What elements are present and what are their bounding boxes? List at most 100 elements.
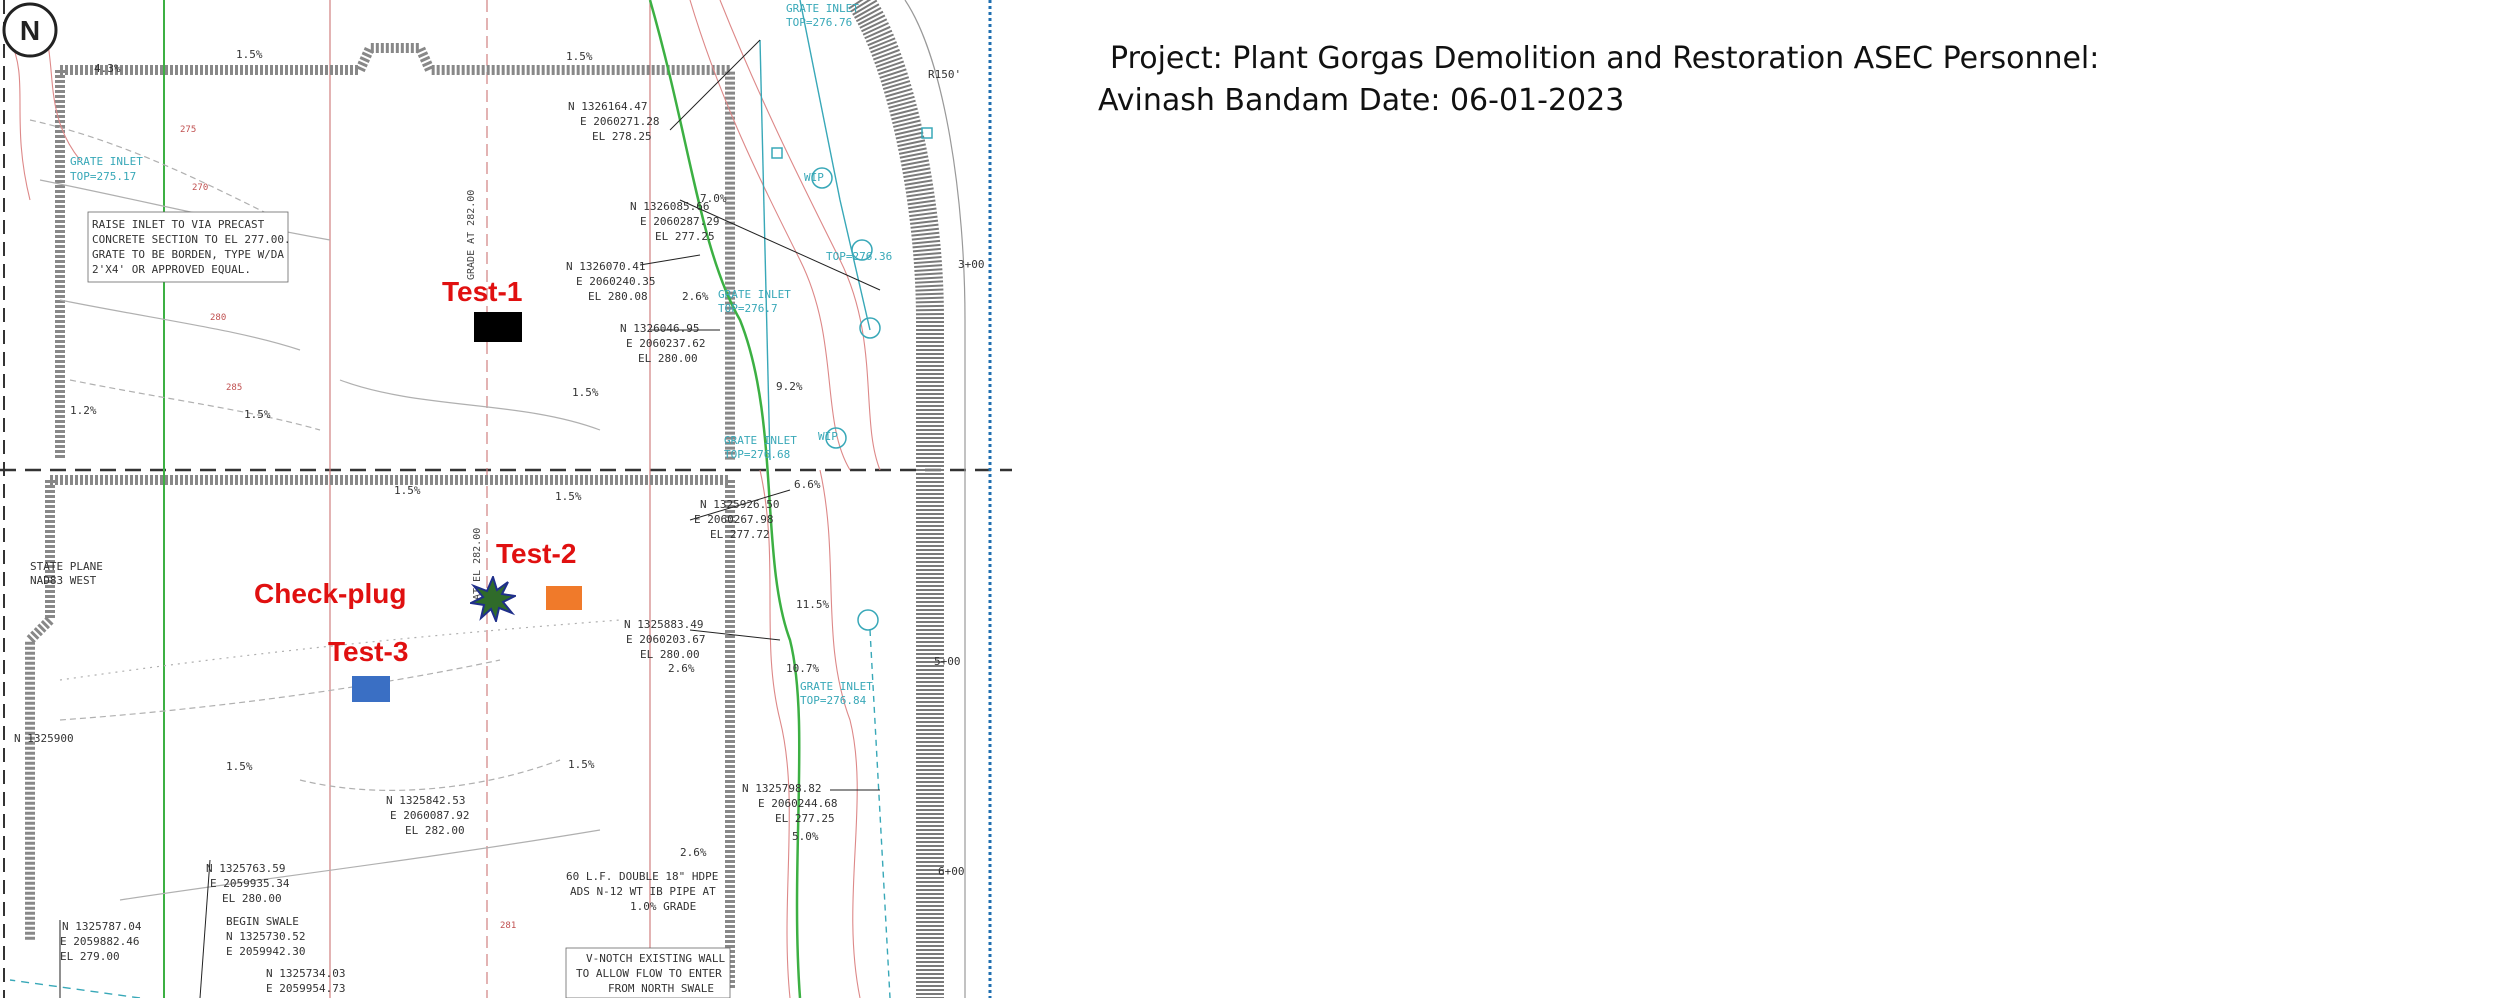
svg-text:3+00: 3+00 bbox=[958, 258, 985, 271]
svg-text:2.6%: 2.6% bbox=[682, 290, 709, 303]
check-plug-label: Check-plug bbox=[254, 578, 407, 609]
state-plane-caption-2: NAD83 WEST bbox=[30, 574, 97, 587]
svg-text:11.5%: 11.5% bbox=[796, 598, 829, 611]
svg-text:6.6%: 6.6% bbox=[794, 478, 821, 491]
vnotch-note-1: V-NOTCH EXISTING WALL bbox=[586, 952, 725, 965]
point-1-east: E 2060271.28 bbox=[580, 115, 659, 128]
point-9-north: N 1325763.59 bbox=[206, 862, 285, 875]
point-7-east: E 2060087.92 bbox=[390, 809, 469, 822]
svg-text:280: 280 bbox=[210, 313, 226, 323]
point-2-east: E 2060287.29 bbox=[640, 215, 719, 228]
point-8-east: E 2060244.68 bbox=[758, 797, 837, 810]
point-8-elev: EL 277.25 bbox=[775, 812, 835, 825]
svg-text:GRATE INLET: GRATE INLET bbox=[724, 434, 797, 447]
point-2-elev: EL 277.25 bbox=[655, 230, 715, 243]
svg-text:275: 275 bbox=[180, 125, 196, 135]
svg-text:7.0%: 7.0% bbox=[700, 192, 727, 205]
raise-inlet-note-1: RAISE INLET TO VIA PRECAST bbox=[92, 218, 265, 231]
point-10-north: N 1325787.04 bbox=[62, 920, 142, 933]
road-stations: R150' 3+00 5+00 6+00 bbox=[928, 68, 985, 878]
point-11-north: N 1325730.52 bbox=[226, 930, 305, 943]
svg-text:TOP=276.84: TOP=276.84 bbox=[800, 694, 867, 707]
svg-text:1.5%: 1.5% bbox=[244, 408, 271, 421]
point-7-elev: EL 282.00 bbox=[405, 824, 465, 837]
raise-inlet-note-3: GRATE TO BE BORDEN, TYPE W/DA bbox=[92, 248, 284, 261]
svg-text:TOP=276.68: TOP=276.68 bbox=[724, 448, 790, 461]
test-3-label: Test-3 bbox=[328, 636, 409, 667]
svg-text:10.7%: 10.7% bbox=[786, 662, 819, 675]
point-11-east: E 2059942.30 bbox=[226, 945, 305, 958]
svg-text:285: 285 bbox=[226, 383, 242, 393]
point-4-elev: EL 280.00 bbox=[638, 352, 698, 365]
point-9-elev: EL 280.00 bbox=[222, 892, 282, 905]
svg-text:GRATE INLET: GRATE INLET bbox=[718, 288, 791, 301]
point-8-north: N 1325798.82 bbox=[742, 782, 821, 795]
svg-text:1.5%: 1.5% bbox=[572, 386, 599, 399]
svg-text:1.5%: 1.5% bbox=[568, 758, 595, 771]
pipe-note-1: 60 L.F. DOUBLE 18" HDPE bbox=[566, 870, 718, 883]
svg-text:2.6%: 2.6% bbox=[668, 662, 695, 675]
svg-text:281: 281 bbox=[500, 921, 516, 931]
point-6-north: N 1325883.49 bbox=[624, 618, 703, 631]
project-label: Project: bbox=[1110, 41, 1223, 76]
pipe-note-3: 1.0% GRADE bbox=[630, 900, 696, 913]
svg-text:1.5%: 1.5% bbox=[566, 50, 593, 63]
svg-text:5.0%: 5.0% bbox=[792, 830, 819, 843]
north-arrow-icon: N bbox=[2, 2, 58, 58]
svg-text:WIP: WIP bbox=[818, 430, 838, 443]
personnel-name: Avinash Bandam bbox=[1098, 83, 1350, 118]
point-3-north: N 1326070.41 bbox=[566, 260, 645, 273]
north-grid-label: N 1325900 bbox=[14, 732, 74, 745]
point-4-north: N 1326046.95 bbox=[620, 322, 699, 335]
grate-inlet-label: GRATE INLET bbox=[70, 155, 143, 168]
svg-text:GRATE INLET: GRATE INLET bbox=[800, 680, 873, 693]
begin-swale-label: BEGIN SWALE bbox=[226, 915, 299, 928]
raise-inlet-note-2: CONCRETE SECTION TO EL 277.00. bbox=[92, 233, 291, 246]
north-arrow-letter: N bbox=[20, 15, 40, 46]
svg-text:5+00: 5+00 bbox=[934, 655, 961, 668]
point-12-north: N 1325734.03 bbox=[266, 967, 345, 980]
point-1-north: N 1326164.47 bbox=[568, 100, 647, 113]
svg-text:1.5%: 1.5% bbox=[555, 490, 582, 503]
date-value: 06-01-2023 bbox=[1449, 83, 1625, 118]
svg-text:TOP=276.7: TOP=276.7 bbox=[718, 302, 778, 315]
point-12-east: E 2059954.73 bbox=[266, 982, 345, 995]
project-name: Plant Gorgas Demolition and Restoration bbox=[1232, 41, 1845, 76]
point-6-elev: EL 280.00 bbox=[640, 648, 700, 661]
state-plane-caption: STATE PLANE NAD83 WEST bbox=[30, 560, 103, 588]
header-line-1: Project: Plant Gorgas Demolition and Res… bbox=[1098, 38, 2438, 80]
point-3-east: E 2060240.35 bbox=[576, 275, 655, 288]
state-plane-caption-1: STATE PLANE bbox=[30, 560, 103, 573]
svg-text:1.5%: 1.5% bbox=[236, 48, 263, 61]
svg-text:9.2%: 9.2% bbox=[776, 380, 803, 393]
site-plan-map: GRATE INLET TOP=275.17 RAISE INLET TO VI… bbox=[0, 0, 1012, 998]
point-7-north: N 1325842.53 bbox=[386, 794, 465, 807]
point-5-north: N 1325926.50 bbox=[700, 498, 779, 511]
point-5-east: E 2060267.98 bbox=[694, 513, 773, 526]
test-1-label: Test-1 bbox=[442, 276, 523, 307]
grate-inlet-top-label: TOP=275.17 bbox=[70, 170, 136, 183]
test-3-marker bbox=[352, 676, 390, 702]
personnel-label: ASEC Personnel: bbox=[1853, 41, 2100, 76]
south-pad-rock-boundary bbox=[25, 475, 735, 990]
project-header: Project: Plant Gorgas Demolition and Res… bbox=[1098, 38, 2438, 122]
svg-text:R150': R150' bbox=[928, 68, 961, 81]
date-label: Date: bbox=[1358, 83, 1441, 118]
test-1-marker bbox=[474, 312, 522, 342]
svg-text:TOP=276.36: TOP=276.36 bbox=[826, 250, 892, 263]
test-2-marker bbox=[546, 586, 582, 610]
point-4-east: E 2060237.62 bbox=[626, 337, 705, 350]
vnotch-note-3: FROM NORTH SWALE bbox=[608, 982, 714, 995]
check-plug-marker-icon bbox=[470, 576, 516, 622]
point-5-elev: EL 277.72 bbox=[710, 528, 770, 541]
svg-text:WIP: WIP bbox=[804, 171, 824, 184]
point-3-elev: EL 280.08 bbox=[588, 290, 648, 303]
grade-note-north: GRADE AT 282.00 bbox=[466, 190, 477, 280]
svg-text:1.5%: 1.5% bbox=[226, 760, 253, 773]
header-line-2: Avinash Bandam Date: 06-01-2023 bbox=[1098, 80, 2438, 122]
point-6-east: E 2060203.67 bbox=[626, 633, 705, 646]
point-9-east: E 2059935.34 bbox=[210, 877, 290, 890]
point-1-elev: EL 278.25 bbox=[592, 130, 652, 143]
svg-text:1.2%: 1.2% bbox=[70, 404, 97, 417]
raise-inlet-note-4: 2'X4' OR APPROVED EQUAL. bbox=[92, 263, 251, 276]
